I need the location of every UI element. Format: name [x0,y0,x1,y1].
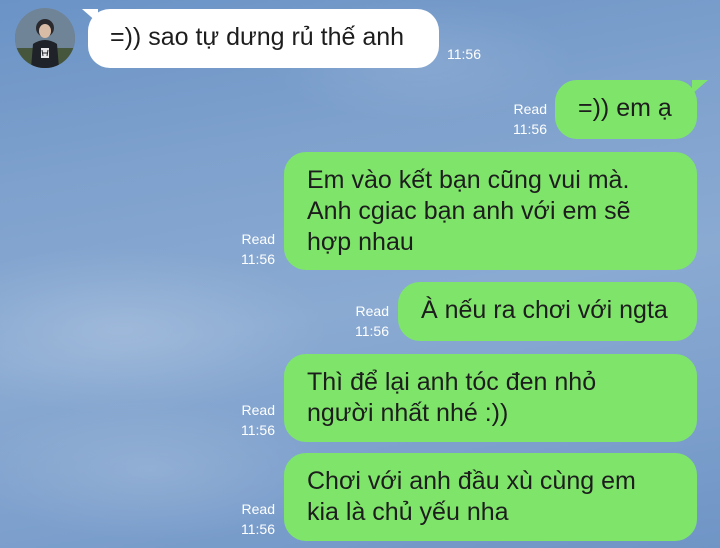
outgoing-message-meta-2: Read 11:56 [233,229,275,269]
outgoing-message-line: người nhất nhé :)) [307,399,509,427]
message-time: 11:56 [241,521,275,537]
outgoing-message-line: kia là chủ yếu nha [307,498,509,526]
message-time: 11:56 [355,323,389,339]
outgoing-message-text: =)) em ạ [578,94,672,122]
outgoing-message-bubble-4[interactable]: Thì để lại anh tóc đen nhỏ người nhất nh… [284,354,697,442]
message-time: 11:56 [241,422,275,438]
outgoing-message-meta-3: Read 11:56 [347,301,389,341]
outgoing-message-bubble-5[interactable]: Chơi với anh đầu xù cùng em kia là chủ y… [284,453,697,541]
read-status: Read [513,101,547,117]
outgoing-message-bubble-3[interactable]: À nếu ra chơi với ngta [398,282,697,341]
read-status: Read [355,303,389,319]
outgoing-message-meta-4: Read 11:56 [233,400,275,440]
contact-avatar[interactable] [15,8,75,68]
message-time: 11:56 [513,121,547,137]
avatar-photo-icon [15,8,75,68]
outgoing-message-line: Chơi với anh đầu xù cùng em [307,467,636,495]
outgoing-message-meta-1: Read 11:56 [505,99,547,139]
outgoing-message-line: hợp nhau [307,228,414,256]
outgoing-message-text: À nếu ra chơi với ngta [421,296,668,324]
message-time: 11:56 [241,251,275,267]
outgoing-message-line: Thì để lại anh tóc đen nhỏ [307,368,597,396]
incoming-message-text: =)) sao tự dưng rủ thế anh [110,23,405,51]
outgoing-message-bubble-2[interactable]: Em vào kết bạn cũng vui mà. Anh cgiac bạ… [284,152,697,270]
incoming-message-meta: 11:56 [447,44,481,64]
read-status: Read [241,231,275,247]
outgoing-message-meta-5: Read 11:56 [233,499,275,539]
read-status: Read [241,402,275,418]
outgoing-message-line: Anh cgiac bạn anh với em sẽ [307,197,631,225]
outgoing-message-bubble-1[interactable]: =)) em ạ [555,80,697,139]
read-status: Read [241,501,275,517]
outgoing-message-line: Em vào kết bạn cũng vui mà. [307,166,630,194]
outgoing-bubble-tail [692,80,708,94]
incoming-message-bubble[interactable]: =)) sao tự dưng rủ thế anh [88,9,439,68]
message-time: 11:56 [447,46,481,62]
